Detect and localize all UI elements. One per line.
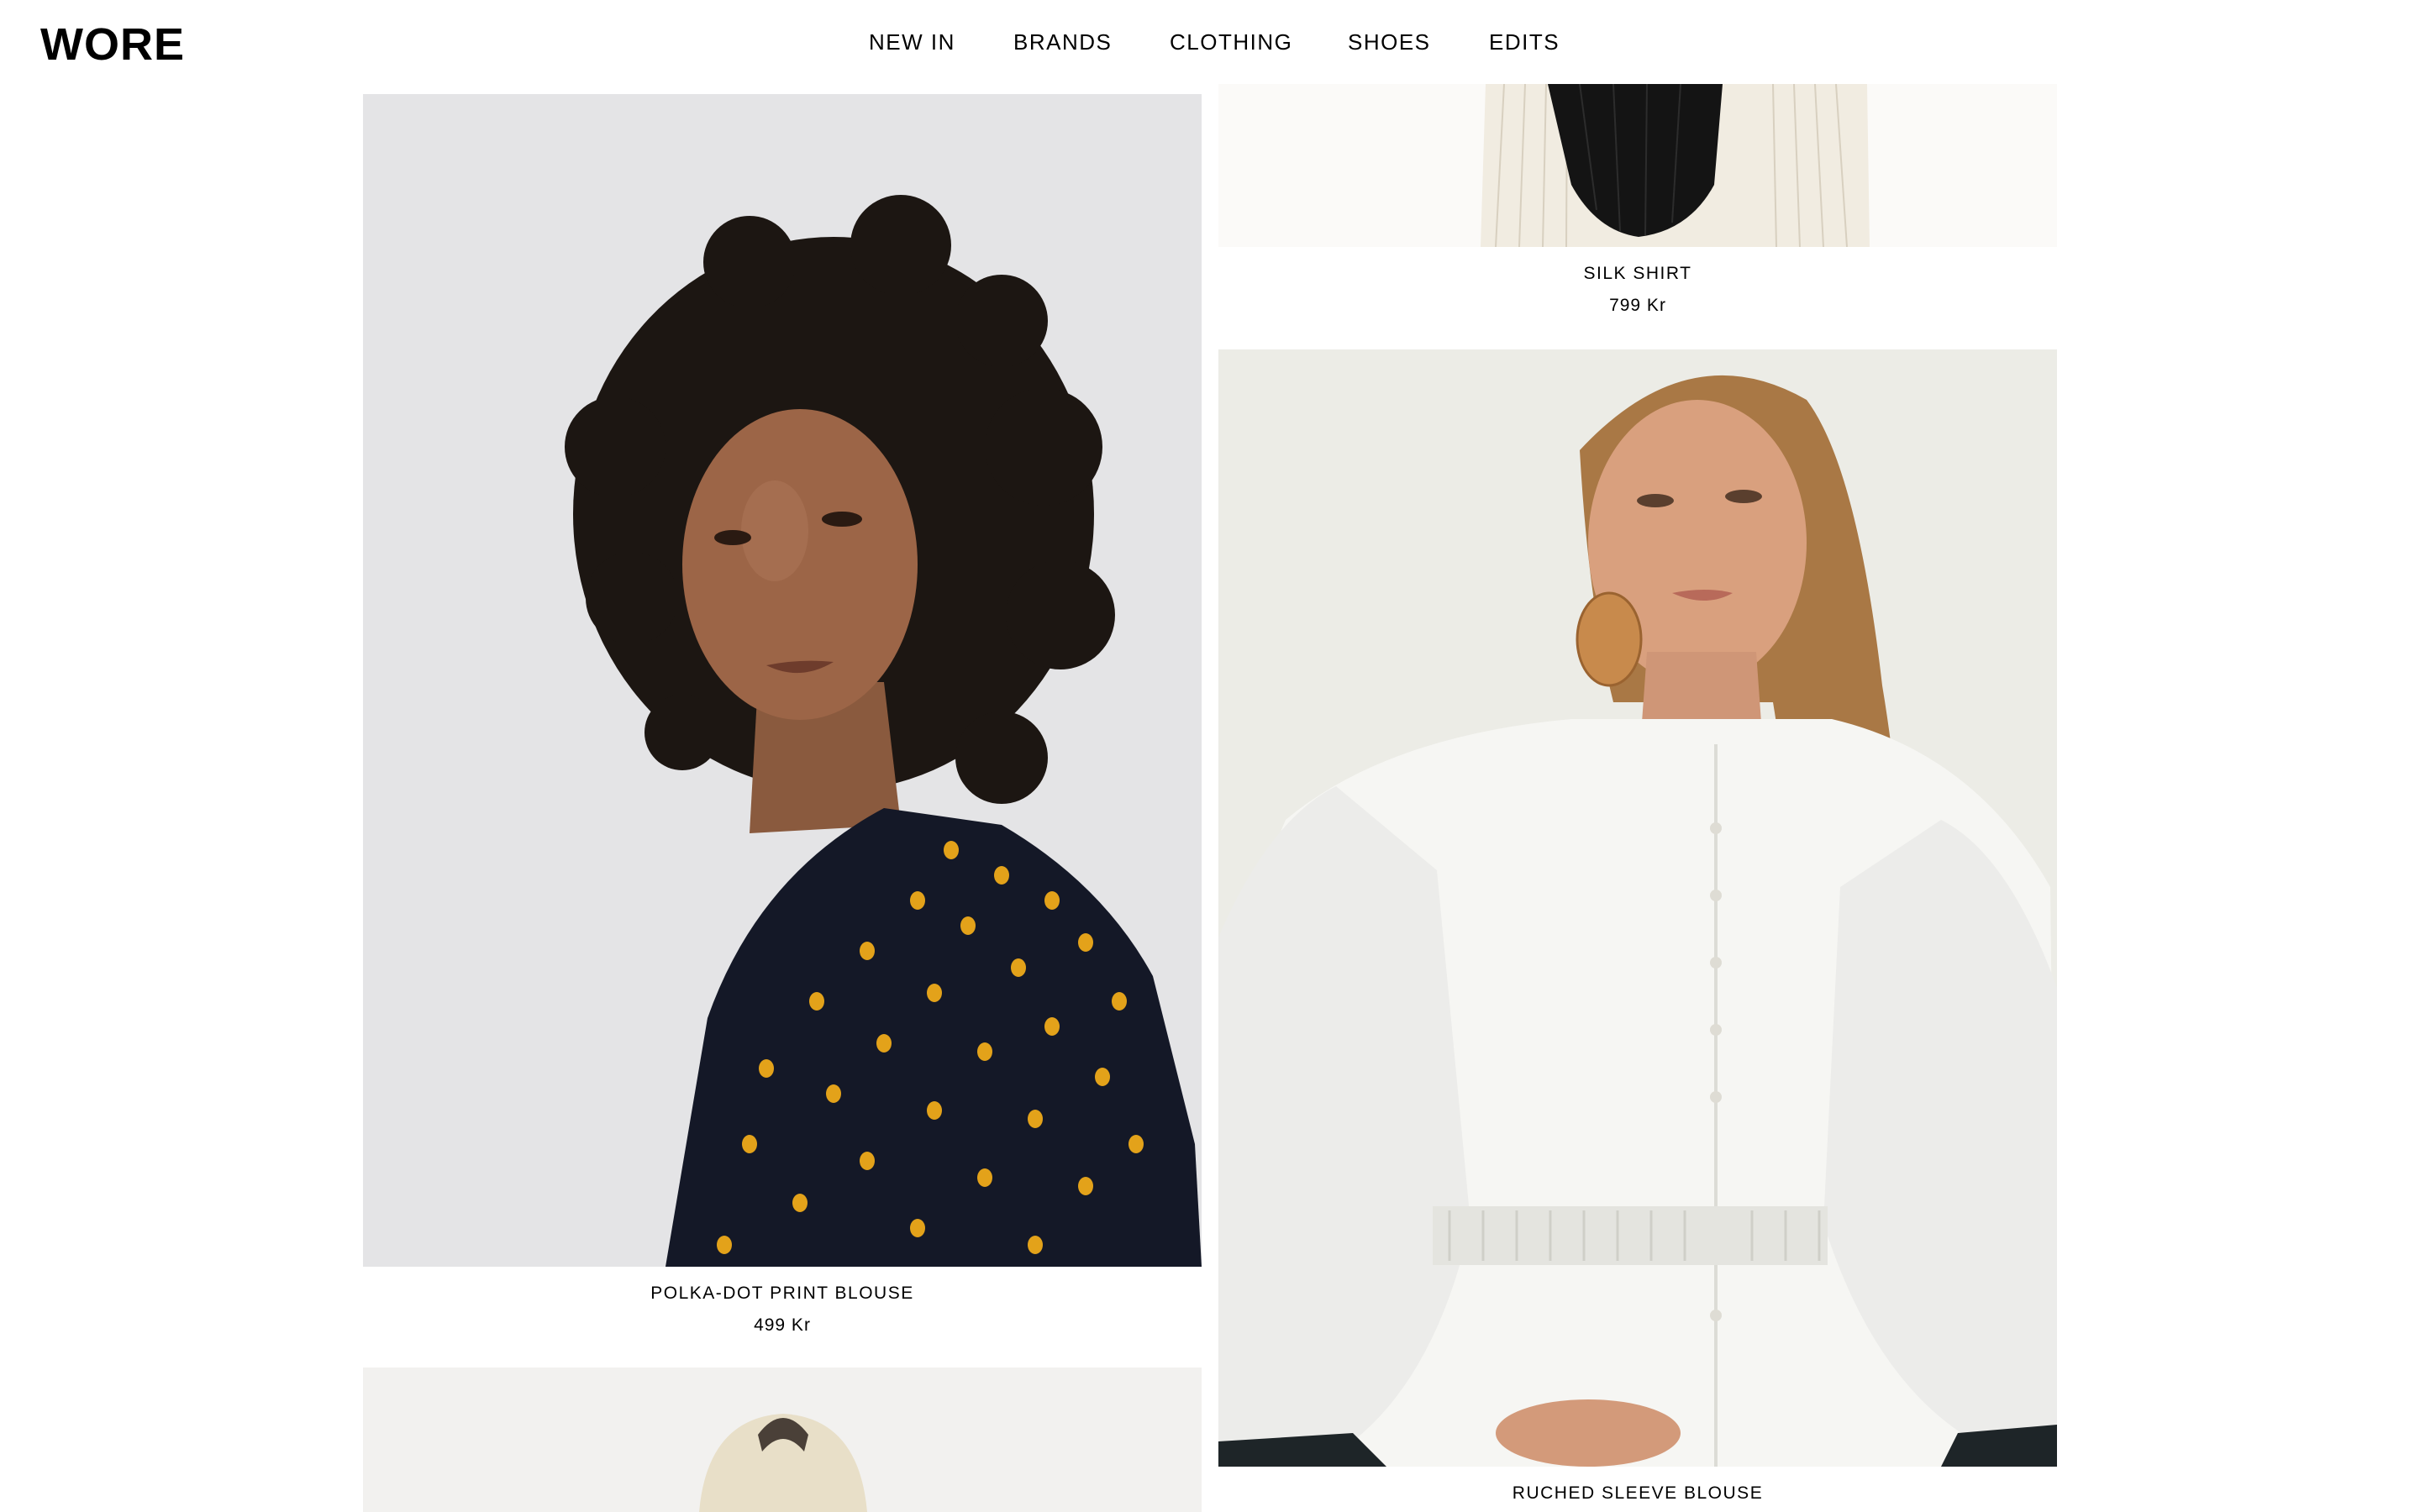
product-card-ruched-sleeve-blouse[interactable]: RUCHED SLEEVE BLOUSE bbox=[1218, 349, 2057, 1512]
product-card-polka-dot-blouse[interactable]: POLKA-DOT PRINT BLOUSE 499 Kr bbox=[363, 94, 1202, 1337]
main-nav: NEW IN BRANDS CLOTHING SHOES EDITS bbox=[0, 25, 2420, 59]
product-price: 499 Kr bbox=[754, 1315, 811, 1335]
product-image-ruched-sleeve-blouse[interactable] bbox=[1218, 349, 2057, 1467]
nav-item-brands[interactable]: BRANDS bbox=[1013, 25, 1112, 59]
product-price: 799 Kr bbox=[1609, 296, 1666, 315]
site-header: WORE NEW IN BRANDS CLOTHING SHOES EDITS bbox=[0, 0, 2420, 84]
product-image-silk-shirt[interactable] bbox=[1218, 84, 2057, 247]
product-image-partial[interactable] bbox=[363, 1368, 1202, 1512]
product-name[interactable]: RUCHED SLEEVE BLOUSE bbox=[1218, 1482, 2057, 1505]
product-card-partial[interactable] bbox=[363, 1368, 1202, 1512]
product-name[interactable]: SILK SHIRT bbox=[1218, 262, 2057, 286]
product-name[interactable]: POLKA-DOT PRINT BLOUSE bbox=[363, 1282, 1202, 1305]
nav-item-clothing[interactable]: CLOTHING bbox=[1170, 25, 1292, 59]
nav-item-shoes[interactable]: SHOES bbox=[1348, 25, 1431, 59]
product-image-polka-dot-blouse[interactable] bbox=[363, 94, 1202, 1267]
nav-item-edits[interactable]: EDITS bbox=[1489, 25, 1560, 59]
nav-item-new-in[interactable]: NEW IN bbox=[869, 25, 955, 59]
product-card-silk-shirt[interactable]: SILK SHIRT 799 Kr bbox=[1218, 84, 2057, 328]
